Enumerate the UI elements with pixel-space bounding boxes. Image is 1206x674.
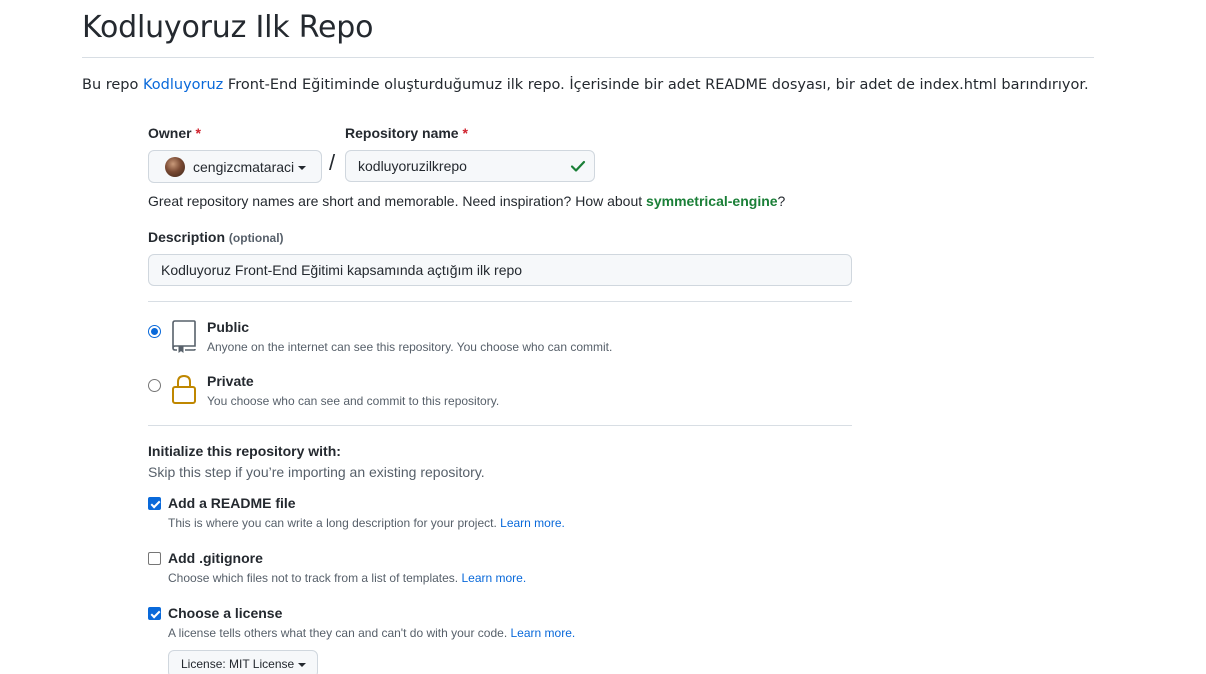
- repo-icon: [172, 320, 196, 353]
- learn-more-link[interactable]: Learn more.: [461, 571, 526, 585]
- owner-name: cengizcmataraci: [193, 158, 295, 175]
- repository-name-input[interactable]: kodluyoruzilkrepo: [345, 150, 595, 182]
- readme-option-description: This is where you can write a long descr…: [168, 516, 565, 530]
- optional-tag: (optional): [228, 231, 284, 245]
- license-option-title: Choose a license: [168, 605, 283, 621]
- repo-name-hint: Great repository names are short and mem…: [148, 193, 786, 209]
- avatar: [165, 156, 185, 177]
- private-radio[interactable]: [148, 379, 161, 392]
- owner-required-mark: *: [195, 125, 201, 141]
- repo-name-label: Repository name *: [345, 125, 468, 141]
- gitignore-option-title: Add .gitignore: [168, 550, 263, 566]
- description-value: Kodluyoruz Front-End Eğitimi kapsamında …: [161, 262, 523, 278]
- license-option-description: A license tells others what they can and…: [168, 626, 576, 640]
- gitignore-checkbox[interactable]: [148, 552, 161, 565]
- intro-text-after: Front-End Eğitiminde oluşturduğumuz ilk …: [223, 77, 1089, 93]
- intro-text-before: Bu repo: [82, 77, 143, 93]
- description-label: Description (optional): [148, 229, 284, 245]
- owner-repo-separator: /: [329, 150, 336, 175]
- init-section-subtitle: Skip this step if you’re importing an ex…: [148, 464, 485, 480]
- repository-name-value: kodluyoruzilkrepo: [358, 158, 467, 174]
- caret-down-icon: [298, 165, 307, 170]
- public-description: Anyone on the internet can see this repo…: [207, 340, 613, 354]
- license-select-label: License: MIT License: [181, 657, 295, 671]
- owner-select-button[interactable]: cengizcmataraci: [148, 150, 322, 183]
- owner-label: Owner *: [148, 125, 201, 141]
- divider: [148, 301, 852, 302]
- name-suggestion-link[interactable]: symmetrical-engine: [646, 193, 778, 209]
- public-title: Public: [207, 319, 250, 335]
- repo-name-required-mark: *: [462, 125, 468, 141]
- title-divider: [82, 57, 1094, 58]
- caret-down-icon: [298, 663, 307, 667]
- public-radio[interactable]: [148, 325, 161, 338]
- license-select-button[interactable]: License: MIT License: [168, 650, 318, 674]
- learn-more-link[interactable]: Learn more.: [500, 516, 565, 530]
- lock-icon: [172, 374, 196, 404]
- page-title: Kodluyoruz Ilk Repo: [82, 10, 374, 45]
- readme-option-title: Add a README file: [168, 495, 296, 511]
- repo-intro-text: Bu repo Kodluyoruz Front-End Eğitiminde …: [82, 77, 1089, 93]
- init-section-title: Initialize this repository with:: [148, 443, 341, 459]
- learn-more-link[interactable]: Learn more.: [511, 626, 576, 640]
- private-title: Private: [207, 373, 254, 389]
- readme-checkbox[interactable]: [148, 497, 161, 510]
- gitignore-option-description: Choose which files not to track from a l…: [168, 571, 527, 585]
- check-icon: [570, 160, 586, 172]
- description-input[interactable]: Kodluyoruz Front-End Eğitimi kapsamında …: [148, 254, 852, 286]
- divider: [148, 425, 852, 426]
- private-description: You choose who can see and commit to thi…: [207, 394, 500, 408]
- kodluyoruz-link[interactable]: Kodluyoruz: [143, 77, 223, 93]
- license-checkbox[interactable]: [148, 607, 161, 620]
